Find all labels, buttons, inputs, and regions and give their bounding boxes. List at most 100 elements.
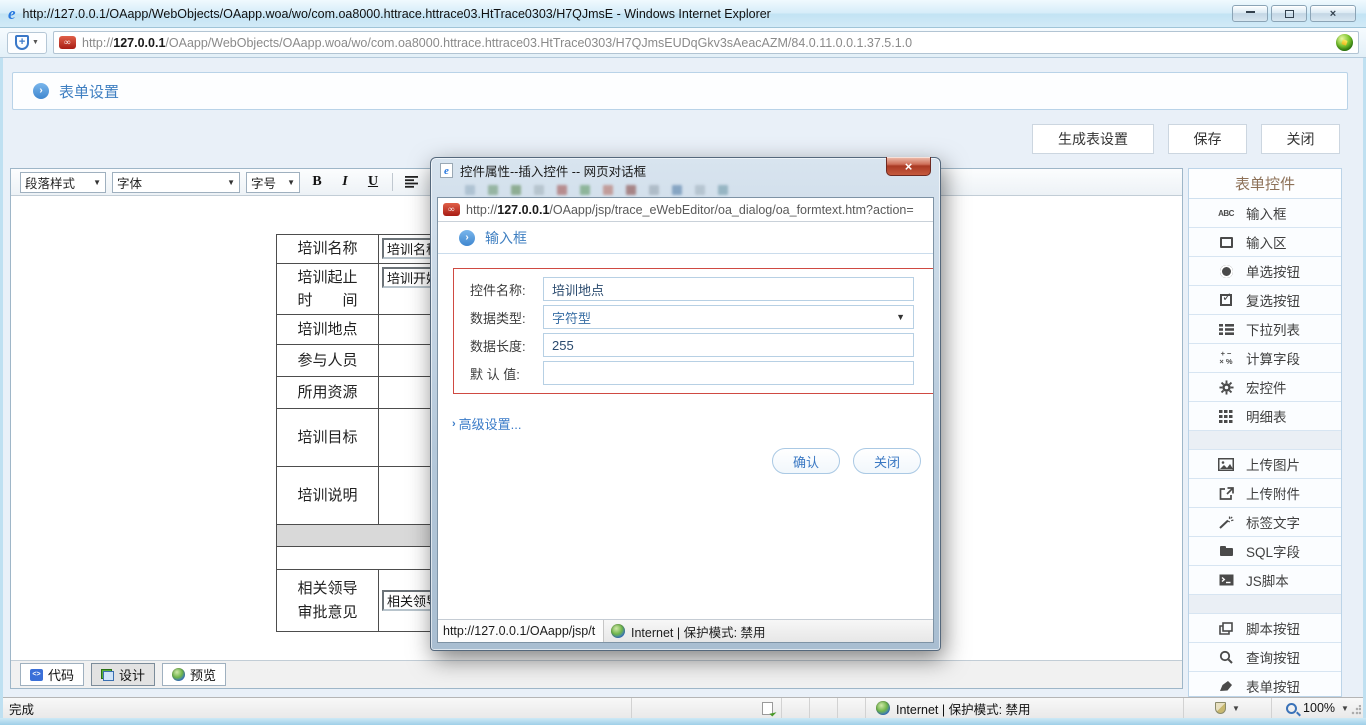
data-type-select[interactable]: 字符型 ▼ (543, 305, 914, 329)
sidebar-item-calculated-field[interactable]: + −× % 计算字段 (1189, 344, 1341, 373)
field-row-control-name: 控件名称: (470, 277, 914, 301)
sidebar-item-sql-field[interactable]: SQL字段 (1189, 537, 1341, 566)
dialog-section-header: › 输入框 (438, 222, 933, 254)
close-page-button[interactable]: 关闭 (1261, 124, 1340, 154)
dialog-section-title: 输入框 (485, 228, 527, 248)
font-size-label: 字号 (251, 173, 276, 192)
tab-label: 设计 (119, 665, 145, 684)
save-button[interactable]: 保存 (1168, 124, 1247, 154)
row-label-line2: 审批意见 (297, 604, 357, 621)
sidebar-item-label: 表单按钮 (1246, 676, 1300, 696)
dialog-body: ∞ http://127.0.0.1/OAapp/jsp/trace_eWebE… (437, 197, 934, 643)
resize-grip[interactable] (1351, 705, 1361, 715)
sidebar-item-text-area[interactable]: 输入区 (1189, 228, 1341, 257)
sidebar-item-script-button[interactable]: 脚本按钮 (1189, 614, 1341, 643)
dialog-close-action-button[interactable]: 关闭 (853, 448, 921, 474)
tab-design[interactable]: 设计 (91, 663, 155, 686)
confirm-button[interactable]: 确认 (772, 448, 840, 474)
sidebar-item-label: 宏控件 (1246, 377, 1287, 397)
gear-icon (1216, 380, 1236, 395)
sidebar-item-upload-attachment[interactable]: 上传附件 (1189, 479, 1341, 508)
field-row-data-type: 数据类型: 字符型 ▼ (470, 305, 914, 329)
zoom-level: 100% (1303, 701, 1335, 715)
chevron-down-icon: ▼ (93, 178, 101, 187)
maximize-button[interactable] (1271, 5, 1307, 22)
close-icon: × (1330, 8, 1336, 20)
control-name-input[interactable] (543, 277, 914, 301)
status-segment (837, 698, 865, 718)
dialog-zone-text: Internet | 保护模式: 禁用 (631, 622, 766, 641)
globe-icon (172, 668, 185, 681)
page-header: › 表单设置 (12, 72, 1348, 110)
sidebar-item-detail-table[interactable]: 明细表 (1189, 402, 1341, 431)
sidebar-item-dropdown-list[interactable]: 下拉列表 (1189, 315, 1341, 344)
field-group-outline: 控件名称: 数据类型: 字符型 ▼ 数据长度: 默 认 值: (453, 268, 933, 394)
tab-preview[interactable]: 预览 (162, 663, 226, 686)
field-label: 数据长度: (470, 336, 543, 355)
data-type-value: 字符型 (552, 308, 591, 327)
dialog-status-url: http://127.0.0.1/OAapp/jsp/t (438, 620, 604, 642)
sidebar-item-radio-button[interactable]: 单选按钮 (1189, 257, 1341, 286)
compatibility-shield-button[interactable]: + ▼ (7, 32, 47, 54)
dialog-titlebar[interactable]: e 控件属性--插入控件 -- 网页对话框 (431, 158, 940, 183)
sidebar-item-label: 上传附件 (1246, 483, 1300, 503)
data-length-input[interactable] (543, 333, 914, 357)
row-label: 培训起止时 间 (277, 264, 379, 315)
sidebar-item-form-button[interactable]: 表单按钮 (1189, 672, 1341, 697)
align-left-button[interactable] (401, 172, 423, 193)
zoom-control[interactable]: 100% ▼ (1271, 698, 1363, 718)
row-label-line1: 相关领导 (297, 580, 357, 597)
protected-mode-segment[interactable]: ▼ (1183, 698, 1271, 718)
sidebar-item-js-script[interactable]: JS脚本 (1189, 566, 1341, 595)
paragraph-style-dropdown[interactable]: 段落样式 ▼ (20, 172, 106, 193)
advanced-settings-link[interactable]: › 高级设置... (452, 414, 522, 433)
grid-icon (1216, 410, 1236, 423)
sidebar-item-query-button[interactable]: 查询按钮 (1189, 643, 1341, 672)
sidebar-title: 表单控件 (1189, 169, 1341, 199)
bold-button[interactable]: B (306, 172, 328, 193)
arrow-bullet-icon: › (33, 83, 49, 99)
default-value-input[interactable] (543, 361, 914, 385)
security-360-icon[interactable] (1336, 34, 1353, 51)
underline-button[interactable]: U (362, 172, 384, 193)
sidebar-spacer (1189, 595, 1341, 614)
toolbar-separator (392, 173, 393, 191)
copy-icon (1216, 622, 1236, 635)
sidebar-item-label-text[interactable]: 标签文字 (1189, 508, 1341, 537)
dialog-close-button[interactable]: × (886, 157, 931, 176)
sidebar-item-checkbox[interactable]: 复选按钮 (1189, 286, 1341, 315)
row-label-line1: 培训起止 (297, 269, 357, 286)
page-check-icon (762, 702, 773, 715)
sidebar-item-upload-image[interactable]: 上传图片 (1189, 450, 1341, 479)
font-family-dropdown[interactable]: 字体 ▼ (112, 172, 240, 193)
row-label-line2: 时 间 (297, 292, 357, 309)
page-title: 表单设置 (59, 81, 119, 102)
dialog-url-protocol: http:// (466, 203, 497, 217)
design-icon (101, 669, 114, 681)
status-text: 完成 (3, 699, 631, 718)
minimize-button[interactable] (1232, 5, 1268, 22)
window-frame-left (0, 58, 3, 725)
window-frame-bottom (0, 718, 1366, 725)
font-size-dropdown[interactable]: 字号 ▼ (246, 172, 300, 193)
sidebar-item-label: 上传图片 (1246, 454, 1300, 474)
italic-button[interactable]: I (334, 172, 356, 193)
checkbox-icon (1216, 294, 1236, 306)
field-label: 控件名称: (470, 280, 543, 299)
sidebar-item-macro-control[interactable]: 宏控件 (1189, 373, 1341, 402)
close-button[interactable]: × (1310, 5, 1356, 22)
sidebar-spacer (1189, 431, 1341, 450)
tab-code[interactable]: <> 代码 (20, 663, 84, 686)
dialog-statusbar: http://127.0.0.1/OAapp/jsp/t Internet | … (438, 619, 933, 642)
url-path: /OAapp/WebObjects/OAapp.woa/wo/com.oa800… (165, 36, 912, 50)
row-label: 培训目标 (277, 409, 379, 467)
url-field[interactable]: ∞ http://127.0.0.1/OAapp/WebObjects/OAap… (53, 31, 1359, 54)
url-protocol: http:// (82, 36, 113, 50)
sidebar-item-input-box[interactable]: ABC 输入框 (1189, 199, 1341, 228)
code-icon: <> (30, 669, 43, 681)
sidebar-item-label: 复选按钮 (1246, 290, 1300, 310)
tab-label: 预览 (190, 665, 216, 684)
generate-table-settings-button[interactable]: 生成表设置 (1032, 124, 1154, 154)
field-row-default-value: 默 认 值: (470, 361, 914, 385)
maximize-icon (1285, 10, 1294, 18)
